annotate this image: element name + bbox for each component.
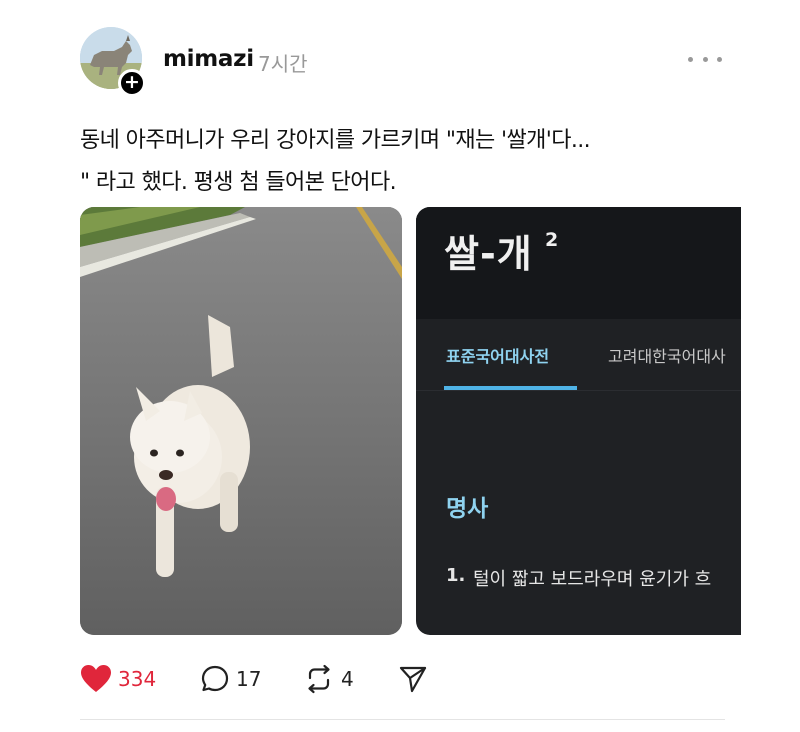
dot [702, 56, 708, 62]
share-button[interactable] [398, 662, 428, 696]
comment-count: 17 [236, 667, 262, 691]
part-of-speech: 명사 [446, 496, 489, 522]
username[interactable]: mimazi [163, 46, 254, 72]
dot [688, 56, 693, 62]
definition-text: 털이 짧고 보드라우며 윤기가 흐 [473, 569, 712, 590]
heart-icon [81, 665, 111, 692]
post-timestamp: 7시간 [258, 52, 308, 76]
tab-standard-dictionary: 표준국어대사전 [446, 347, 550, 366]
dictionary-screenshot[interactable]: 쌀-개 2 표준국어대사전 고려대한국어대사 명사 1. 털이 짧고 보드라우며… [416, 207, 741, 635]
active-tab-indicator [444, 386, 577, 390]
dot [717, 56, 722, 62]
follow-plus-icon[interactable]: + [118, 69, 146, 97]
post-caption: 동네 아주머니가 우리 강아지를 가르키며 "재는 '쌀개'다... " 라고 … [80, 120, 720, 204]
dictionary-header: 쌀-개 2 [416, 207, 741, 319]
send-icon [399, 666, 427, 693]
tab-korea-university-dictionary: 고려대한국어대사 [608, 347, 726, 366]
dog-photo[interactable] [80, 207, 402, 635]
dictionary-tabs: 표준국어대사전 고려대한국어대사 [416, 319, 741, 391]
like-count: 334 [118, 667, 157, 691]
more-dots-icon[interactable] [688, 52, 722, 66]
comment-button[interactable]: 17 [200, 662, 261, 696]
definition-number: 1. [446, 565, 466, 586]
comment-bubble-icon [201, 665, 229, 692]
threads-post: + mimazi 7시간 동네 아주머니가 우리 강아지를 가르키며 "재는 '… [0, 0, 800, 732]
dictionary-word: 쌀-개 [444, 232, 533, 276]
caption-line: 동네 아주머니가 우리 강아지를 가르키며 "재는 '쌀개'다... [80, 128, 591, 153]
dictionary-homonym-number: 2 [545, 229, 559, 251]
repost-count: 4 [341, 667, 354, 691]
like-button[interactable]: 334 [80, 662, 156, 696]
caption-line: " 라고 했다. 평생 첨 들어본 단어다. [80, 170, 397, 195]
repost-button[interactable]: 4 [303, 662, 354, 696]
divider [80, 719, 725, 720]
repost-icon [308, 664, 330, 694]
